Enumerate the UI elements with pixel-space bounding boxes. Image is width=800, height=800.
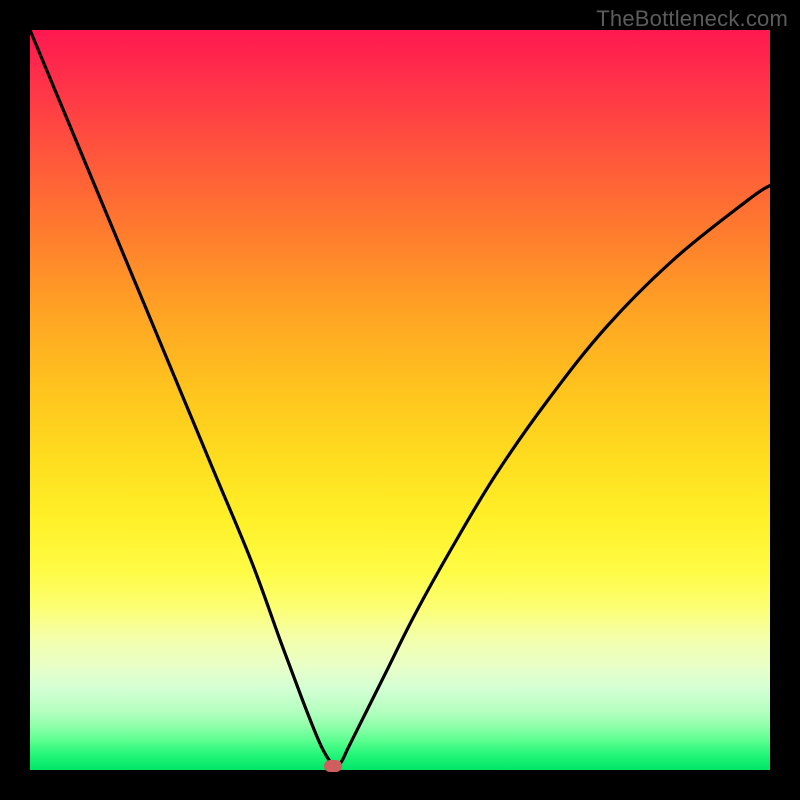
plot-area	[30, 30, 770, 770]
chart-frame: TheBottleneck.com	[0, 0, 800, 800]
optimum-marker	[324, 760, 342, 772]
watermark-text: TheBottleneck.com	[596, 6, 788, 32]
bottleneck-curve	[30, 30, 770, 770]
